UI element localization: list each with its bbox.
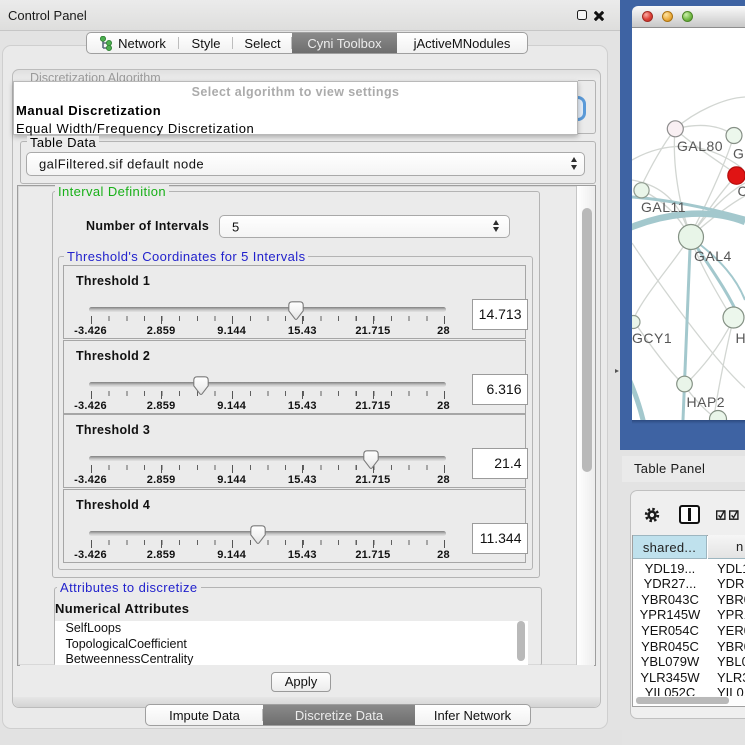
svg-text:C: C bbox=[738, 183, 745, 199]
svg-text:G.: G. bbox=[733, 146, 745, 162]
svg-text:HAP2: HAP2 bbox=[687, 394, 726, 410]
svg-text:GAL11: GAL11 bbox=[641, 199, 686, 215]
svg-text:GCY1: GCY1 bbox=[632, 330, 672, 346]
svg-text:H: H bbox=[736, 330, 745, 346]
svg-text:GAL4: GAL4 bbox=[694, 248, 732, 264]
svg-text:GAL80: GAL80 bbox=[677, 138, 723, 154]
